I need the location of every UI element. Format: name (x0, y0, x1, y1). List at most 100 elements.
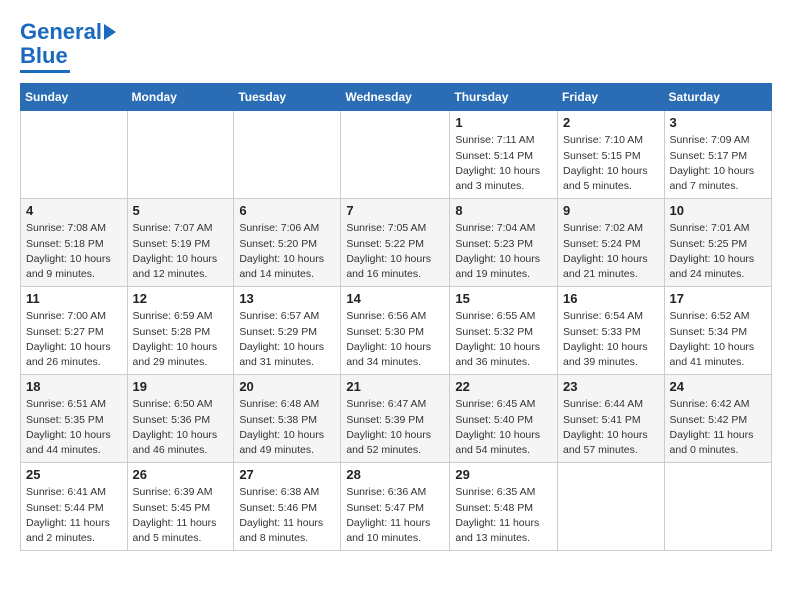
day-info: Sunrise: 6:47 AM Sunset: 5:39 PM Dayligh… (346, 397, 444, 458)
day-info: Sunrise: 7:07 AM Sunset: 5:19 PM Dayligh… (133, 221, 229, 282)
calendar-cell: 19 Sunrise: 6:50 AM Sunset: 5:36 PM Dayli… (127, 375, 234, 463)
logo-underline (20, 70, 70, 73)
day-info: Sunrise: 6:35 AM Sunset: 5:48 PM Dayligh… (455, 485, 552, 546)
day-number: 10 (670, 203, 766, 218)
day-info: Sunrise: 6:51 AM Sunset: 5:35 PM Dayligh… (26, 397, 122, 458)
day-number: 18 (26, 379, 122, 394)
day-number: 21 (346, 379, 444, 394)
week-row-3: 11 Sunrise: 7:00 AM Sunset: 5:27 PM Dayli… (21, 287, 772, 375)
logo-arrow-icon (104, 24, 116, 40)
calendar-cell: 15 Sunrise: 6:55 AM Sunset: 5:32 PM Dayli… (450, 287, 558, 375)
calendar-cell: 17 Sunrise: 6:52 AM Sunset: 5:34 PM Dayli… (664, 287, 771, 375)
day-number: 6 (239, 203, 335, 218)
day-info: Sunrise: 7:08 AM Sunset: 5:18 PM Dayligh… (26, 221, 122, 282)
day-number: 28 (346, 467, 444, 482)
calendar-cell (341, 111, 450, 199)
day-info: Sunrise: 6:48 AM Sunset: 5:38 PM Dayligh… (239, 397, 335, 458)
day-number: 15 (455, 291, 552, 306)
day-info: Sunrise: 7:00 AM Sunset: 5:27 PM Dayligh… (26, 309, 122, 370)
calendar-header-row: SundayMondayTuesdayWednesdayThursdayFrid… (21, 84, 772, 111)
day-number: 16 (563, 291, 659, 306)
calendar-cell (664, 463, 771, 551)
day-info: Sunrise: 6:45 AM Sunset: 5:40 PM Dayligh… (455, 397, 552, 458)
calendar-cell: 6 Sunrise: 7:06 AM Sunset: 5:20 PM Daylig… (234, 199, 341, 287)
day-number: 5 (133, 203, 229, 218)
day-info: Sunrise: 6:54 AM Sunset: 5:33 PM Dayligh… (563, 309, 659, 370)
calendar-cell: 27 Sunrise: 6:38 AM Sunset: 5:46 PM Dayli… (234, 463, 341, 551)
week-row-5: 25Sunrise: 6:41 AM Sunset: 5:44 PM Dayli… (21, 463, 772, 551)
logo: General Blue (20, 20, 116, 73)
day-info: Sunrise: 6:39 AM Sunset: 5:45 PM Dayligh… (133, 485, 229, 546)
calendar-cell: 29 Sunrise: 6:35 AM Sunset: 5:48 PM Dayli… (450, 463, 558, 551)
day-info: Sunrise: 6:57 AM Sunset: 5:29 PM Dayligh… (239, 309, 335, 370)
week-row-4: 18 Sunrise: 6:51 AM Sunset: 5:35 PM Dayli… (21, 375, 772, 463)
header-monday: Monday (127, 84, 234, 111)
calendar-cell: 13 Sunrise: 6:57 AM Sunset: 5:29 PM Dayli… (234, 287, 341, 375)
day-info: Sunrise: 6:36 AM Sunset: 5:47 PM Dayligh… (346, 485, 444, 546)
calendar-cell: 7Sunrise: 7:05 AM Sunset: 5:22 PM Daylig… (341, 199, 450, 287)
day-number: 29 (455, 467, 552, 482)
calendar-cell: 20 Sunrise: 6:48 AM Sunset: 5:38 PM Dayli… (234, 375, 341, 463)
calendar-cell: 23 Sunrise: 6:44 AM Sunset: 5:41 PM Dayli… (558, 375, 665, 463)
calendar-cell: 10 Sunrise: 7:01 AM Sunset: 5:25 PM Dayli… (664, 199, 771, 287)
calendar-cell: 9 Sunrise: 7:02 AM Sunset: 5:24 PM Daylig… (558, 199, 665, 287)
day-number: 13 (239, 291, 335, 306)
calendar-cell: 22 Sunrise: 6:45 AM Sunset: 5:40 PM Dayli… (450, 375, 558, 463)
calendar-cell: 11 Sunrise: 7:00 AM Sunset: 5:27 PM Dayli… (21, 287, 128, 375)
day-info: Sunrise: 7:11 AM Sunset: 5:14 PM Dayligh… (455, 133, 552, 194)
calendar-table: SundayMondayTuesdayWednesdayThursdayFrid… (20, 83, 772, 551)
day-number: 9 (563, 203, 659, 218)
calendar-cell (234, 111, 341, 199)
day-number: 4 (26, 203, 122, 218)
day-info: Sunrise: 6:42 AM Sunset: 5:42 PM Dayligh… (670, 397, 766, 458)
page-header: General Blue (20, 20, 772, 73)
calendar-cell: 3 Sunrise: 7:09 AM Sunset: 5:17 PM Daylig… (664, 111, 771, 199)
calendar-cell: 21 Sunrise: 6:47 AM Sunset: 5:39 PM Dayli… (341, 375, 450, 463)
calendar-cell (21, 111, 128, 199)
calendar-cell: 1 Sunrise: 7:11 AM Sunset: 5:14 PM Daylig… (450, 111, 558, 199)
calendar-cell: 26Sunrise: 6:39 AM Sunset: 5:45 PM Dayli… (127, 463, 234, 551)
calendar-cell: 16 Sunrise: 6:54 AM Sunset: 5:33 PM Dayli… (558, 287, 665, 375)
day-info: Sunrise: 6:59 AM Sunset: 5:28 PM Dayligh… (133, 309, 229, 370)
calendar-cell: 5 Sunrise: 7:07 AM Sunset: 5:19 PM Daylig… (127, 199, 234, 287)
day-number: 20 (239, 379, 335, 394)
logo-blue-text: Blue (20, 44, 68, 68)
day-number: 1 (455, 115, 552, 130)
calendar-cell (558, 463, 665, 551)
day-number: 3 (670, 115, 766, 130)
calendar-cell: 18 Sunrise: 6:51 AM Sunset: 5:35 PM Dayli… (21, 375, 128, 463)
calendar-cell (127, 111, 234, 199)
calendar-cell: 25Sunrise: 6:41 AM Sunset: 5:44 PM Dayli… (21, 463, 128, 551)
day-number: 22 (455, 379, 552, 394)
day-number: 24 (670, 379, 766, 394)
header-wednesday: Wednesday (341, 84, 450, 111)
calendar-cell: 24 Sunrise: 6:42 AM Sunset: 5:42 PM Dayli… (664, 375, 771, 463)
calendar-cell: 8Sunrise: 7:04 AM Sunset: 5:23 PM Daylig… (450, 199, 558, 287)
day-number: 12 (133, 291, 229, 306)
day-number: 19 (133, 379, 229, 394)
calendar-cell: 28 Sunrise: 6:36 AM Sunset: 5:47 PM Dayli… (341, 463, 450, 551)
day-info: Sunrise: 7:06 AM Sunset: 5:20 PM Dayligh… (239, 221, 335, 282)
day-number: 27 (239, 467, 335, 482)
day-number: 25 (26, 467, 122, 482)
day-info: Sunrise: 6:56 AM Sunset: 5:30 PM Dayligh… (346, 309, 444, 370)
calendar-cell: 4 Sunrise: 7:08 AM Sunset: 5:18 PM Daylig… (21, 199, 128, 287)
day-info: Sunrise: 6:55 AM Sunset: 5:32 PM Dayligh… (455, 309, 552, 370)
day-number: 23 (563, 379, 659, 394)
day-info: Sunrise: 7:05 AM Sunset: 5:22 PM Dayligh… (346, 221, 444, 282)
day-info: Sunrise: 7:01 AM Sunset: 5:25 PM Dayligh… (670, 221, 766, 282)
day-info: Sunrise: 6:52 AM Sunset: 5:34 PM Dayligh… (670, 309, 766, 370)
day-info: Sunrise: 6:50 AM Sunset: 5:36 PM Dayligh… (133, 397, 229, 458)
day-info: Sunrise: 7:02 AM Sunset: 5:24 PM Dayligh… (563, 221, 659, 282)
day-number: 17 (670, 291, 766, 306)
day-info: Sunrise: 6:44 AM Sunset: 5:41 PM Dayligh… (563, 397, 659, 458)
day-info: Sunrise: 7:09 AM Sunset: 5:17 PM Dayligh… (670, 133, 766, 194)
week-row-2: 4 Sunrise: 7:08 AM Sunset: 5:18 PM Daylig… (21, 199, 772, 287)
calendar-cell: 2Sunrise: 7:10 AM Sunset: 5:15 PM Daylig… (558, 111, 665, 199)
logo-text: General (20, 20, 102, 44)
day-number: 11 (26, 291, 122, 306)
day-info: Sunrise: 6:38 AM Sunset: 5:46 PM Dayligh… (239, 485, 335, 546)
header-tuesday: Tuesday (234, 84, 341, 111)
day-number: 14 (346, 291, 444, 306)
header-sunday: Sunday (21, 84, 128, 111)
